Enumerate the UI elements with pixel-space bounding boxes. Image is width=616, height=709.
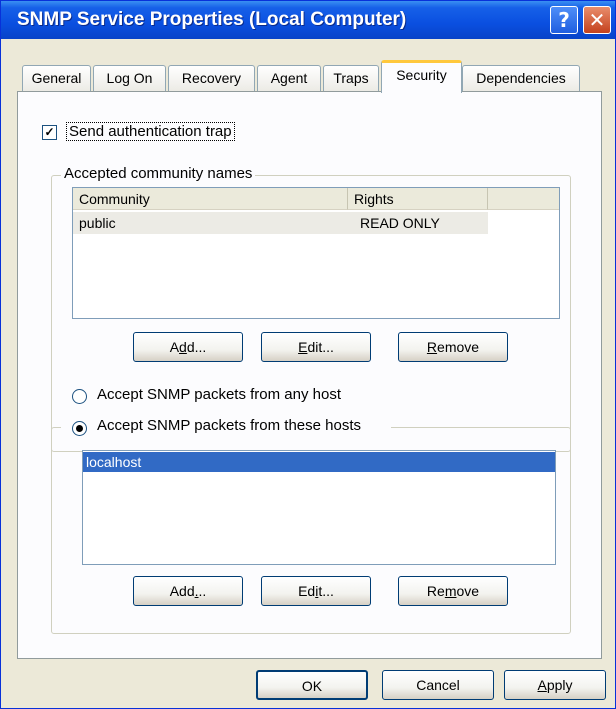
column-header-community[interactable]: Community bbox=[73, 188, 348, 210]
community-names-group: Accepted community names Community Right… bbox=[51, 165, 571, 452]
properties-dialog: SNMP Service Properties (Local Computer)… bbox=[0, 0, 616, 709]
radio-selected-dot bbox=[76, 425, 83, 432]
host-item-label: localhost bbox=[86, 454, 142, 470]
window-title: SNMP Service Properties (Local Computer) bbox=[17, 9, 407, 30]
close-icon: ✕ bbox=[588, 8, 606, 32]
column-header-filler bbox=[488, 188, 559, 210]
title-bar[interactable]: SNMP Service Properties (Local Computer)… bbox=[1, 1, 615, 39]
question-icon: ? bbox=[558, 8, 570, 32]
hosts-remove-button[interactable]: Remove bbox=[398, 576, 508, 606]
rights-cell: READ ONLY bbox=[360, 215, 440, 231]
apply-button[interactable]: Apply bbox=[504, 670, 606, 700]
accept-any-host-radio[interactable] bbox=[72, 389, 87, 404]
security-tab-panel: ✓ Send authentication trap Accepted comm… bbox=[17, 91, 602, 659]
cancel-button[interactable]: Cancel bbox=[382, 670, 494, 700]
accept-these-hosts-radio[interactable] bbox=[72, 421, 87, 436]
community-add-button[interactable]: Add... bbox=[133, 332, 243, 362]
community-names-legend: Accepted community names bbox=[61, 165, 256, 182]
table-row[interactable]: public READ ONLY bbox=[73, 212, 488, 234]
community-cell: public bbox=[79, 215, 116, 231]
ok-button[interactable]: OK bbox=[256, 670, 368, 700]
hosts-add-button[interactable]: Add... bbox=[133, 576, 243, 606]
close-button[interactable]: ✕ bbox=[583, 6, 611, 34]
tab-recovery[interactable]: Recovery bbox=[168, 65, 255, 91]
column-header-rights[interactable]: Rights bbox=[348, 188, 488, 210]
send-auth-trap-label[interactable]: Send authentication trap bbox=[66, 122, 235, 141]
tab-agent[interactable]: Agent bbox=[257, 65, 321, 91]
hosts-list[interactable]: localhost bbox=[82, 450, 556, 565]
hosts-edit-button[interactable]: Edit... bbox=[261, 576, 371, 606]
tab-general[interactable]: General bbox=[22, 65, 91, 91]
community-remove-button[interactable]: Remove bbox=[398, 332, 508, 362]
tab-log-on[interactable]: Log On bbox=[93, 65, 166, 91]
tab-security[interactable]: Security bbox=[381, 60, 462, 93]
tab-traps[interactable]: Traps bbox=[323, 65, 379, 91]
accepted-hosts-group: Accept SNMP packets from these hosts loc… bbox=[51, 417, 571, 634]
community-edit-button[interactable]: Edit... bbox=[261, 332, 371, 362]
accept-any-host-label[interactable]: Accept SNMP packets from any host bbox=[97, 386, 341, 403]
tab-dependencies[interactable]: Dependencies bbox=[462, 65, 580, 91]
send-auth-trap-checkbox[interactable]: ✓ bbox=[42, 125, 57, 140]
accept-these-hosts-label[interactable]: Accept SNMP packets from these hosts bbox=[97, 417, 361, 434]
community-list[interactable]: Community Rights public READ ONLY bbox=[72, 187, 560, 319]
list-item[interactable]: localhost bbox=[83, 452, 555, 472]
help-button[interactable]: ? bbox=[550, 6, 578, 34]
